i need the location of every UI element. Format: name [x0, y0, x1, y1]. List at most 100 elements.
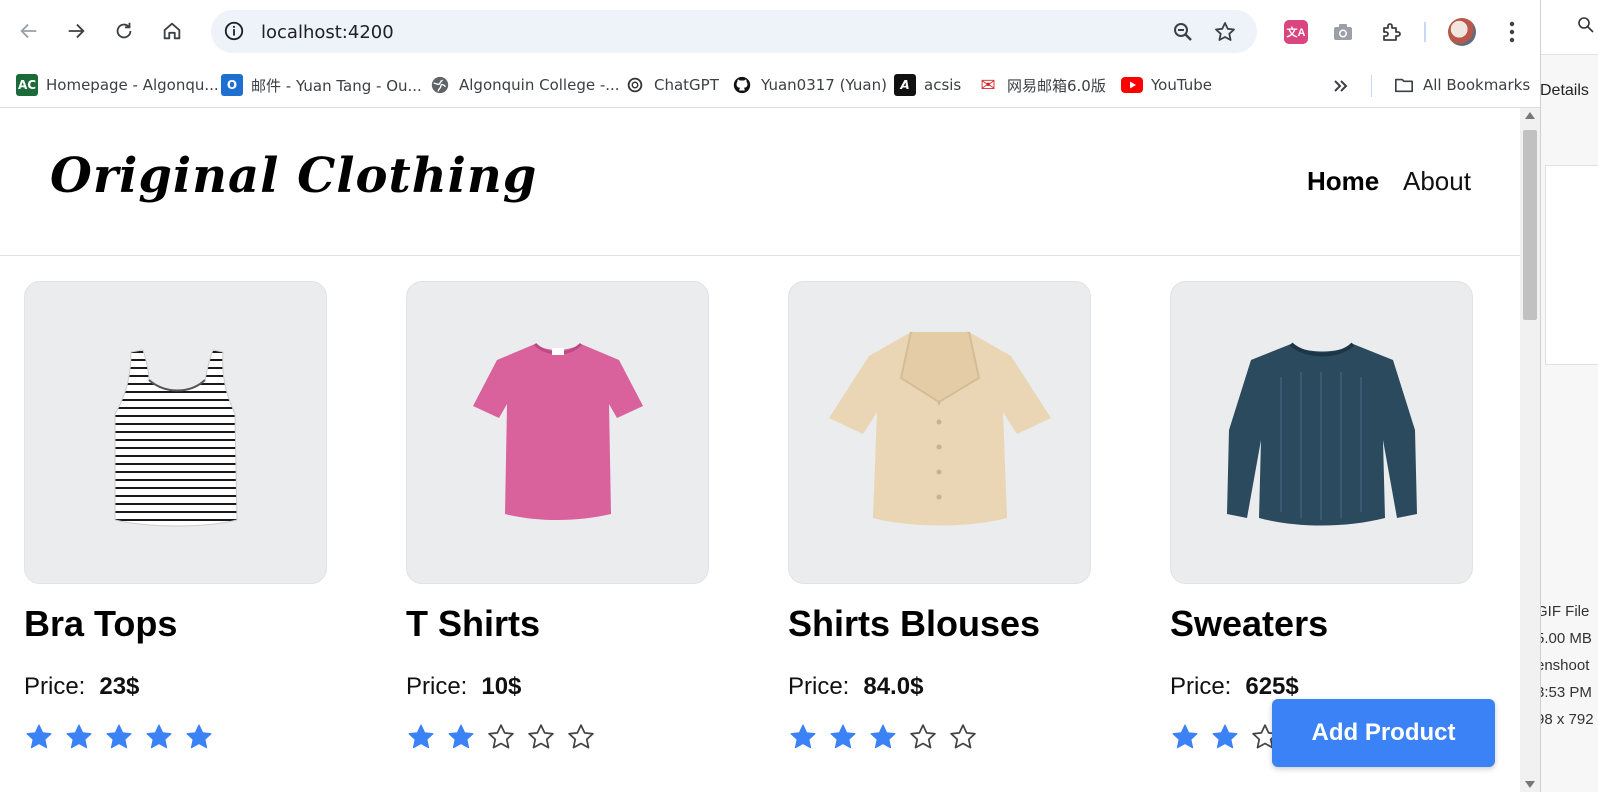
details-label: Details [1540, 82, 1589, 99]
bookmark-label: YouTube [1151, 76, 1212, 94]
product-price: Price: 84.0$ [788, 673, 923, 701]
price-label: Price: [1170, 673, 1232, 700]
file-preview-thumbnail [1545, 165, 1598, 365]
camera-icon [1334, 24, 1352, 40]
scrollbar-thumb[interactable] [1523, 130, 1537, 320]
file-type: GIF File [1540, 603, 1590, 620]
product-price: Price: 10$ [406, 673, 521, 701]
toolbar-separator [1424, 22, 1426, 42]
home-button[interactable] [155, 14, 189, 48]
youtube-icon [1121, 74, 1143, 96]
product-image[interactable] [1170, 281, 1473, 584]
star-empty-icon [528, 724, 554, 749]
navy-sweater-image [1227, 342, 1417, 526]
background-window-topbar [1541, 0, 1598, 55]
bookmarks-separator [1371, 75, 1372, 97]
product-card[interactable]: Shirts Blouses Price: 84.0$ [788, 281, 1091, 749]
bookmark-label: ChatGPT [654, 76, 719, 94]
product-title: T Shirts [406, 603, 541, 644]
star-filled-icon [870, 724, 896, 749]
rating-stars [406, 722, 596, 752]
nav-link-home[interactable]: Home [1307, 166, 1379, 197]
price-label: Price: [24, 673, 86, 700]
bookmark-label: Homepage - Algonqu... [46, 76, 219, 94]
url-text[interactable]: localhost:4200 [261, 22, 394, 43]
bookmarks-bar: AC Homepage - Algonqu... O 邮件 - Yuan Tan… [0, 63, 1540, 108]
star-filled-icon [790, 724, 816, 749]
browser-window: localhost:4200 文A AC Homepage - Algonqu.… [0, 0, 1540, 792]
page-scrollbar[interactable] [1520, 108, 1540, 792]
browser-toolbar: localhost:4200 文A [0, 0, 1540, 63]
site-header: Original Clothing Home About [0, 108, 1520, 256]
product-title: Shirts Blouses [788, 603, 1041, 644]
tank-top-image [114, 349, 238, 527]
price-value: 23$ [99, 673, 140, 700]
bookmark-algonquin-college[interactable]: Algonquin College -... [429, 73, 620, 97]
profile-avatar[interactable] [1448, 18, 1476, 46]
price-value: 10$ [481, 673, 522, 700]
scroll-up-arrow-icon[interactable] [1525, 112, 1535, 119]
price-value: 625$ [1245, 673, 1299, 700]
bookmark-acsis[interactable]: A acsis [894, 73, 961, 97]
background-explorer-window: Details GIF File 5.00 MB enshoot 3:53 PM… [1540, 0, 1598, 792]
star-filled-icon [830, 724, 856, 749]
star-filled-icon [1212, 724, 1238, 749]
all-bookmarks-button[interactable]: All Bookmarks [1393, 73, 1530, 97]
site-logo[interactable]: Original Clothing [50, 148, 537, 204]
bookmark-label: Algonquin College -... [459, 76, 620, 94]
star-empty-icon [568, 724, 594, 749]
star-filled-icon [106, 724, 132, 749]
algonquin-ac-icon: AC [16, 74, 38, 96]
bookmark-github[interactable]: Yuan0317 (Yuan) [731, 73, 887, 97]
bookmark-youtube[interactable]: YouTube [1121, 73, 1212, 97]
arrow-right-icon [68, 23, 85, 39]
star-empty-icon [488, 724, 514, 749]
product-image[interactable] [788, 281, 1091, 584]
product-image[interactable] [24, 281, 327, 584]
translate-extension[interactable]: 文A [1282, 18, 1310, 46]
nav-link-about[interactable]: About [1403, 166, 1471, 197]
product-card[interactable]: Bra Tops Price: 23$ [24, 281, 327, 749]
bookmark-netease-mail[interactable]: ✉ 网易邮箱6.0版 [977, 73, 1105, 97]
bookmark-chatgpt[interactable]: ChatGPT [624, 73, 719, 97]
product-image[interactable] [406, 281, 709, 584]
bookmark-label: acsis [924, 76, 962, 94]
scroll-down-arrow-icon[interactable] [1525, 781, 1535, 788]
bookmark-outlook[interactable]: O 邮件 - Yuan Tang - Ou... [221, 73, 422, 97]
beige-blouse-image [829, 331, 1051, 526]
pink-tshirt-image [473, 342, 643, 520]
extensions-button[interactable] [1377, 18, 1405, 46]
add-product-button[interactable]: Add Product [1272, 699, 1495, 767]
more-menu-icon[interactable] [1500, 18, 1524, 46]
globe-icon [429, 74, 451, 96]
search-icon[interactable] [1577, 16, 1595, 34]
product-card[interactable]: T Shirts Price: 10$ [406, 281, 709, 749]
bookmark-algonquin-homepage[interactable]: AC Homepage - Algonqu... [16, 73, 219, 97]
product-title: Bra Tops [24, 603, 178, 644]
translate-icon: 文A [1284, 20, 1308, 44]
bookmark-star-icon[interactable] [1213, 20, 1237, 44]
star-filled-icon [186, 724, 212, 749]
netease-mail-icon: ✉ [980, 74, 996, 96]
screenshot-extension[interactable] [1329, 18, 1357, 46]
outlook-icon: O [221, 74, 243, 96]
acsis-icon: A [894, 74, 916, 96]
reload-icon [116, 22, 132, 39]
product-card[interactable]: Sweaters Price: 625$ [1170, 281, 1473, 749]
price-label: Price: [788, 673, 850, 700]
star-filled-icon [448, 724, 474, 749]
folder-icon [1393, 74, 1415, 96]
zoom-icon[interactable] [1171, 20, 1195, 44]
star-filled-icon [26, 724, 52, 749]
chatgpt-icon [624, 74, 646, 96]
file-dimensions: 98 x 792 [1540, 711, 1594, 728]
reload-button[interactable] [107, 14, 141, 48]
forward-button[interactable] [59, 14, 93, 48]
back-button[interactable] [12, 14, 46, 48]
price-value: 84.0$ [863, 673, 924, 700]
address-bar[interactable]: localhost:4200 [211, 10, 1257, 53]
arrow-left-icon [20, 23, 37, 39]
bookmark-label: 邮件 - Yuan Tang - Ou... [251, 76, 422, 95]
info-icon[interactable] [223, 20, 245, 42]
chevron-double-right-icon[interactable] [1330, 75, 1352, 97]
